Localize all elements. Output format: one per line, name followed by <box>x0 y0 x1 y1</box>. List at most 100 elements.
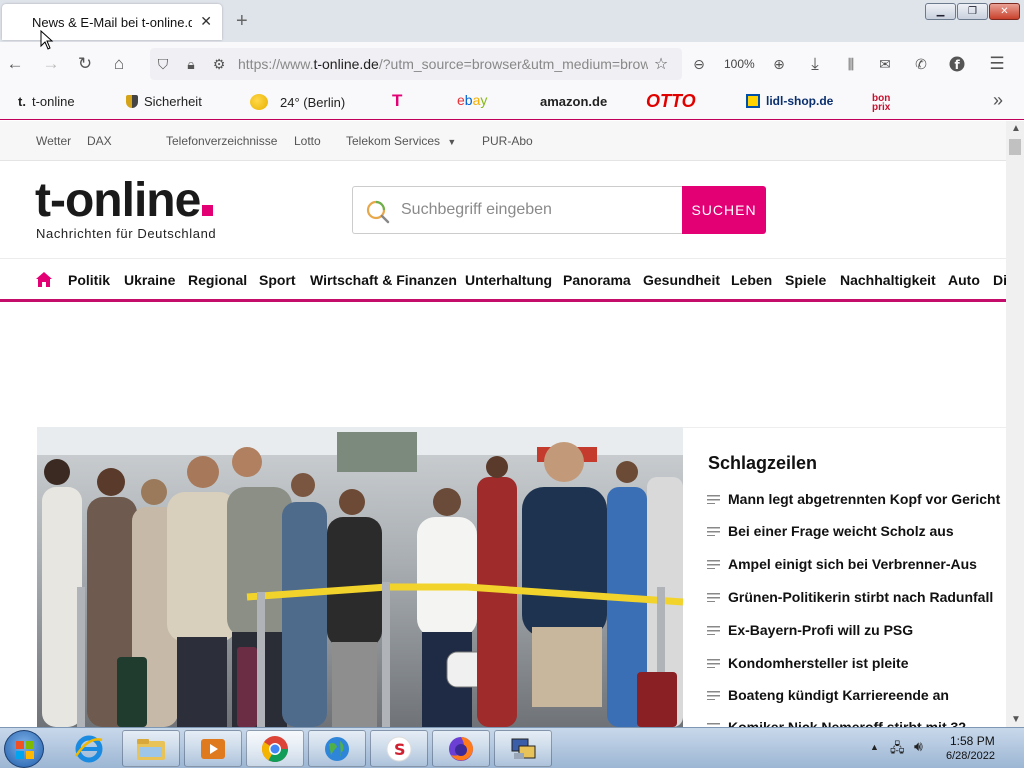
bookmarks-overflow-icon[interactable]: » <box>993 90 1003 111</box>
tab-close-icon[interactable]: ✕ <box>200 13 212 30</box>
bookmark-t-online[interactable]: t. t-online <box>18 94 75 109</box>
site-logo[interactable]: t-online <box>35 177 214 225</box>
taskbar-ie-icon[interactable] <box>60 730 118 767</box>
headline-item[interactable]: Bei einer Frage weicht Scholz aus <box>707 523 954 539</box>
lidl-logo <box>746 94 760 108</box>
taskbar-app-s-icon[interactable]: S <box>370 730 428 767</box>
clock-date[interactable]: 6/28/2022 <box>946 750 995 762</box>
bookmark-sicherheit[interactable]: Sicherheit <box>126 94 202 109</box>
facebook-icon[interactable]: f <box>946 53 968 75</box>
web-page: Wetter DAX Telefonverzeichnisse Lotto Te… <box>0 121 1006 727</box>
scroll-thumb[interactable] <box>1009 139 1021 155</box>
topnav-telekom-services[interactable]: Telekom Services ▼ <box>346 134 456 148</box>
taskbar-firefox-icon[interactable] <box>432 730 490 767</box>
windows-taskbar: S ▲ 🖧 🔊︎ 1:58 PM 6/28/2022 <box>0 727 1024 768</box>
chevron-down-icon: ▼ <box>447 137 457 147</box>
window-minimize-button[interactable]: ▁ <box>925 3 956 20</box>
zoom-out-icon[interactable]: ⊖ <box>688 53 710 75</box>
tab-active[interactable]: News & E-Mail bei t-online.de | ✕ <box>2 4 222 40</box>
topnav-telefonverzeichnisse[interactable]: Telefonverzeichnisse <box>166 134 277 148</box>
bookmark-ebay[interactable]: ebay <box>457 92 487 108</box>
topnav-lotto[interactable]: Lotto <box>294 134 321 148</box>
browser-navbar: ← → ↻ ⌂ ⛉ 🔒︎ ⚙ https://www.t-online.de/?… <box>0 42 1024 86</box>
bookmark-lidl[interactable]: lidl-shop.de <box>746 94 833 108</box>
taskbar-explorer-icon[interactable] <box>122 730 180 767</box>
taskbar-media-player-icon[interactable] <box>184 730 242 767</box>
window-close-button[interactable]: ✕ <box>989 3 1020 20</box>
headline-item[interactable]: Grünen-Politikerin stirbt nach Radunfall <box>707 589 993 605</box>
bookmark-bonprix[interactable]: bon prix <box>872 94 898 113</box>
whatsapp-icon[interactable]: ✆ <box>910 53 932 75</box>
permissions-icon[interactable]: ⚙ <box>208 53 230 75</box>
nav-gesundheit[interactable]: Gesundheit <box>643 272 720 288</box>
topnav-wetter[interactable]: Wetter <box>36 134 71 148</box>
url-text[interactable]: https://www.t-online.de/?utm_source=brow… <box>238 56 648 72</box>
headline-item[interactable]: Ex-Bayern-Profi will zu PSG <box>707 622 913 638</box>
forward-icon[interactable]: → <box>40 53 62 75</box>
topnav-dax[interactable]: DAX <box>87 134 112 148</box>
bookmark-amazon[interactable]: amazon.de <box>540 94 607 109</box>
library-icon[interactable]: ⫼ <box>840 53 862 75</box>
nav-more[interactable]: Di <box>993 272 1006 288</box>
search-box <box>352 186 682 234</box>
taskbar-chrome-icon[interactable] <box>246 730 304 767</box>
search-input[interactable] <box>401 201 671 219</box>
nav-nachhaltigkeit[interactable]: Nachhaltigkeit <box>840 272 936 288</box>
start-button[interactable] <box>4 730 44 768</box>
nav-regional[interactable]: Regional <box>188 272 247 288</box>
downloads-icon[interactable]: ⤓ <box>804 53 826 75</box>
nav-politik[interactable]: Politik <box>68 272 110 288</box>
scroll-up-icon[interactable]: ▲ <box>1011 123 1021 134</box>
search-icon <box>365 199 391 230</box>
list-icon <box>707 658 720 668</box>
menu-icon[interactable]: ☰ <box>986 53 1008 75</box>
tracking-protection-icon[interactable]: ⛉ <box>152 53 174 75</box>
page-scrollbar[interactable]: ▲ ▼ <box>1006 121 1024 727</box>
nav-panorama[interactable]: Panorama <box>563 272 631 288</box>
clock-time[interactable]: 1:58 PM <box>950 734 995 748</box>
headlines-title: Schlagzeilen <box>708 453 818 473</box>
bookmark-otto[interactable]: OTTO <box>646 91 696 112</box>
weather-icon <box>250 94 268 110</box>
headline-item[interactable]: Mann legt abgetrennten Kopf vor Gericht <box>707 491 1000 507</box>
back-icon[interactable]: ← <box>4 53 26 75</box>
mail-icon[interactable]: ✉ <box>874 53 896 75</box>
site-tagline: Nachrichten für Deutschland <box>36 226 217 241</box>
bookmark-star-icon[interactable]: ☆ <box>650 53 672 75</box>
svg-text:S: S <box>394 740 406 759</box>
headline-item[interactable]: Komiker Nick Nemeroff stirbt mit 32 <box>707 719 966 727</box>
list-icon <box>707 559 720 569</box>
bookmark-telekom[interactable]: T <box>392 91 402 111</box>
headline-item[interactable]: Kondomhersteller ist pleite <box>707 655 908 671</box>
nav-auto[interactable]: Auto <box>948 272 980 288</box>
nav-unterhaltung[interactable]: Unterhaltung <box>465 272 552 288</box>
taskbar-network-icon[interactable] <box>494 730 552 767</box>
bookmarks-bar: t. t-online Sicherheit 24° (Berlin) T eba… <box>0 86 1024 120</box>
search-button[interactable]: SUCHEN <box>682 186 766 234</box>
zoom-level[interactable]: 100% <box>724 57 755 71</box>
home-nav-icon[interactable] <box>35 271 53 293</box>
window-maximize-button[interactable]: ❐ <box>957 3 988 20</box>
nav-sport[interactable]: Sport <box>259 272 296 288</box>
taskbar-globe-icon[interactable] <box>308 730 366 767</box>
nav-leben[interactable]: Leben <box>731 272 772 288</box>
headline-item[interactable]: Boateng kündigt Karriereende an <box>707 687 949 703</box>
headline-item[interactable]: Ampel einigt sich bei Verbrenner-Aus <box>707 556 977 572</box>
home-icon[interactable]: ⌂ <box>108 53 130 75</box>
url-bar[interactable]: ⛉ 🔒︎ ⚙ https://www.t-online.de/?utm_sour… <box>150 48 682 80</box>
topnav-pur-abo[interactable]: PUR-Abo <box>482 134 533 148</box>
bookmark-weather[interactable]: 24° (Berlin) <box>250 94 345 110</box>
headlines-panel: Schlagzeilen Mann legt abgetrennten Kopf… <box>683 427 1006 727</box>
hero-image[interactable] <box>37 427 683 727</box>
zoom-in-icon[interactable]: ⊕ <box>768 53 790 75</box>
nav-wirtschaft-finanzen[interactable]: Wirtschaft & Finanzen <box>310 272 457 288</box>
tray-expand-icon[interactable]: ▲ <box>870 742 879 752</box>
tray-volume-icon[interactable]: 🔊︎ <box>914 738 923 755</box>
tray-network-icon[interactable]: 🖧 <box>890 739 905 761</box>
new-tab-icon[interactable]: + <box>236 10 248 33</box>
reload-icon[interactable]: ↻ <box>74 53 96 75</box>
scroll-down-icon[interactable]: ▼ <box>1011 714 1021 725</box>
nav-spiele[interactable]: Spiele <box>785 272 826 288</box>
nav-ukraine[interactable]: Ukraine <box>124 272 175 288</box>
lock-icon[interactable]: 🔒︎ <box>180 53 202 75</box>
